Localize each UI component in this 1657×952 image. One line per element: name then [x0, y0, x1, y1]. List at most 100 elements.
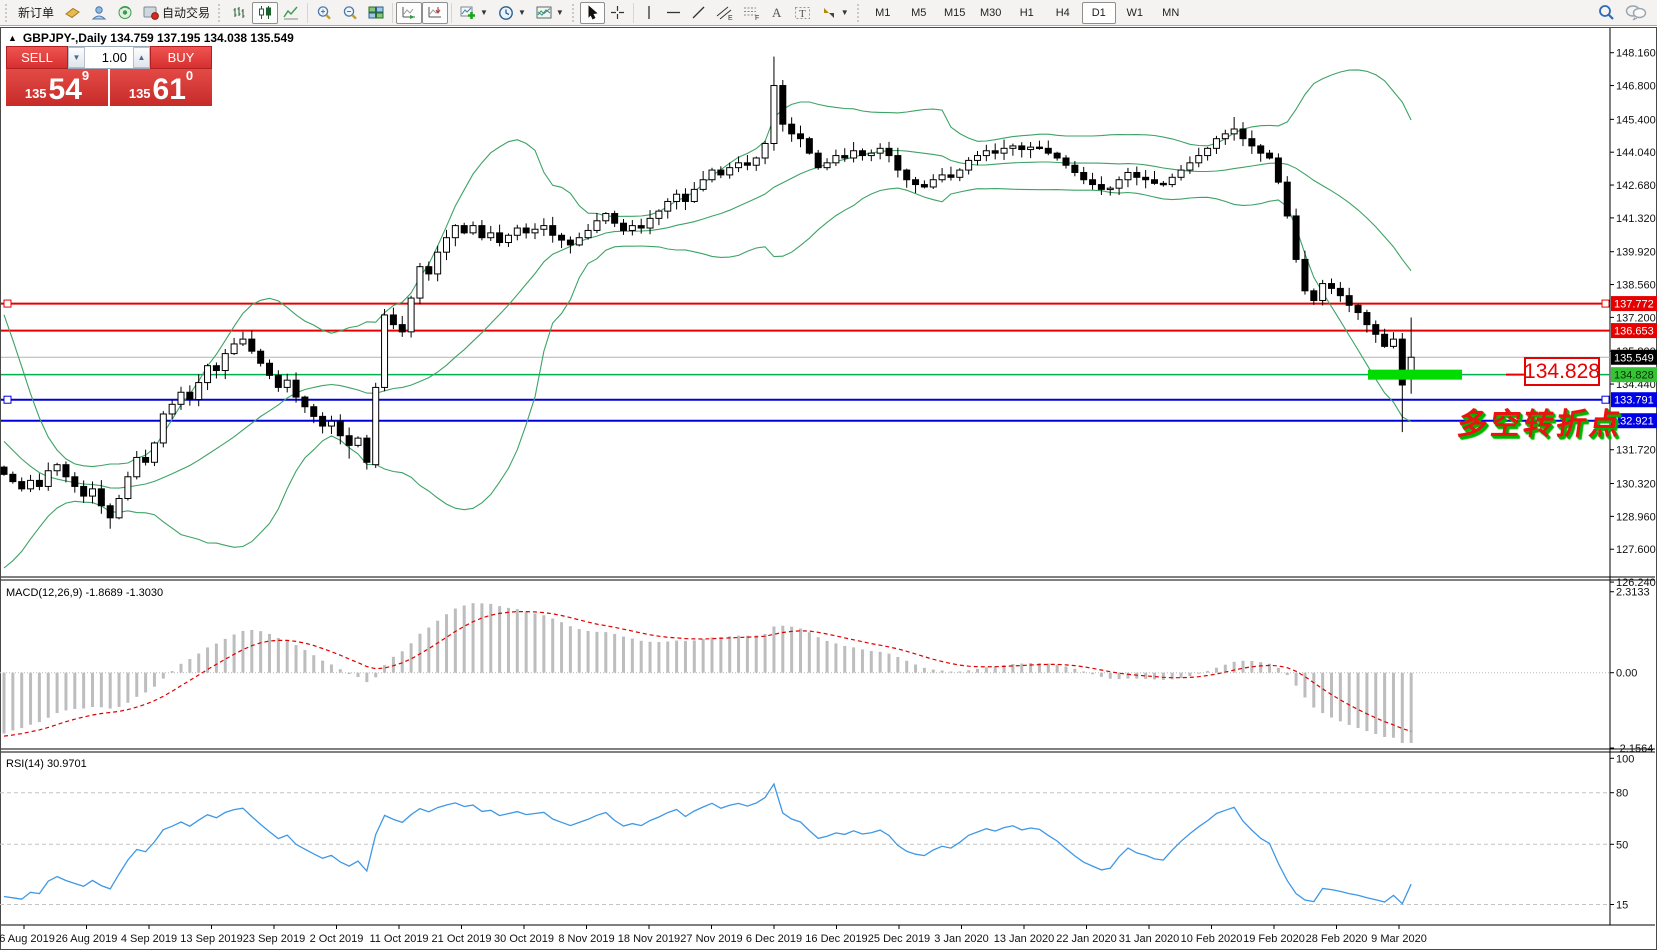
- svg-text:137.772: 137.772: [1614, 299, 1654, 311]
- crosshair-button[interactable]: [605, 2, 630, 24]
- candle: [753, 158, 759, 165]
- chart-shift-button[interactable]: [422, 2, 448, 24]
- line-chart-icon: [283, 5, 299, 20]
- candle: [851, 151, 857, 158]
- equidistant-channel-button[interactable]: E: [711, 2, 738, 24]
- candle: [258, 351, 264, 363]
- candle: [19, 482, 25, 489]
- candle: [1302, 259, 1308, 290]
- chart-window: 148.160146.800145.400144.040142.680141.3…: [0, 27, 1657, 952]
- date-axis-label: 28 Feb 2020: [1306, 933, 1368, 945]
- fibonacci-icon: F: [743, 5, 760, 21]
- volume-decrease-button[interactable]: ▼: [68, 47, 85, 68]
- candle: [594, 221, 600, 231]
- buy-button[interactable]: BUY: [150, 46, 212, 69]
- search-icon[interactable]: [1597, 4, 1615, 21]
- sell-button[interactable]: SELL: [6, 46, 68, 69]
- toolbar-grip: [572, 4, 577, 22]
- fibonacci-button[interactable]: F: [738, 2, 765, 24]
- trendline-button[interactable]: [686, 2, 711, 24]
- volume-increase-button[interactable]: ▲: [133, 47, 150, 68]
- candle: [488, 233, 494, 238]
- community-button[interactable]: [86, 2, 112, 24]
- timeframe-button-w1[interactable]: W1: [1118, 2, 1152, 24]
- volume-input[interactable]: 1.00: [85, 47, 133, 68]
- new-order-button[interactable]: 新订单: [13, 2, 59, 24]
- signals-button[interactable]: [112, 2, 138, 24]
- candle: [267, 363, 273, 375]
- horizontal-line-button[interactable]: [661, 2, 686, 24]
- metaeditor-icon: [64, 5, 81, 20]
- candle: [54, 465, 60, 471]
- svg-text:F: F: [755, 15, 759, 21]
- timeframe-button-mn[interactable]: MN: [1154, 2, 1188, 24]
- timeframe-button-h1[interactable]: H1: [1010, 2, 1044, 24]
- candle: [1010, 146, 1016, 148]
- zoom-out-button[interactable]: [337, 2, 363, 24]
- buy-price[interactable]: 135 61 0: [110, 69, 212, 106]
- line-handle[interactable]: [4, 300, 11, 307]
- text-label-button[interactable]: T: [789, 2, 816, 24]
- price-axis-label: 146.800: [1616, 81, 1656, 93]
- periods-icon: [498, 5, 514, 21]
- zoom-in-icon: [316, 5, 332, 21]
- candle: [1249, 139, 1255, 146]
- toolbar-grip: [5, 4, 10, 22]
- indicators-button[interactable]: ▼: [455, 2, 493, 24]
- symbol-title: ▲ GBPJPY-,Daily 134.759 137.195 134.038 …: [8, 31, 294, 45]
- chat-icon[interactable]: [1625, 4, 1647, 21]
- line-chart-button[interactable]: [278, 2, 304, 24]
- candle: [1231, 129, 1237, 134]
- mt4-window: 新订单 自动交易 ▼ ▼ ▼ E F A T ▼ M: [0, 0, 1657, 952]
- arrows-button[interactable]: ▼: [816, 2, 854, 24]
- candle: [612, 214, 618, 224]
- chart-canvas[interactable]: 148.160146.800145.400144.040142.680141.3…: [0, 27, 1657, 952]
- support-zone-bar[interactable]: [1368, 370, 1462, 380]
- timeframe-button-h4[interactable]: H4: [1046, 2, 1080, 24]
- candle: [426, 267, 432, 274]
- zoom-in-button[interactable]: [311, 2, 337, 24]
- timeframe-button-m15[interactable]: M15: [938, 2, 972, 24]
- candle: [603, 214, 609, 221]
- candle: [497, 233, 503, 243]
- candle: [1293, 216, 1299, 259]
- candle: [1240, 129, 1246, 139]
- sell-price[interactable]: 135 54 9: [6, 69, 108, 106]
- timeframe-button-m30[interactable]: M30: [974, 2, 1008, 24]
- templates-button[interactable]: ▼: [531, 2, 569, 24]
- line-handle[interactable]: [4, 396, 11, 403]
- candle: [1382, 334, 1388, 346]
- cursor-button[interactable]: [580, 2, 605, 24]
- candle: [222, 354, 228, 371]
- candle: [1063, 158, 1069, 165]
- timeframe-button-m5[interactable]: M5: [902, 2, 936, 24]
- price-flag-label[interactable]: 134.828: [1524, 357, 1600, 386]
- candle: [240, 339, 246, 344]
- line-handle[interactable]: [1602, 300, 1609, 307]
- tile-windows-button[interactable]: [363, 2, 389, 24]
- candlestick-button[interactable]: [252, 2, 278, 24]
- bar-chart-button[interactable]: [226, 2, 252, 24]
- candle: [470, 226, 476, 233]
- date-axis-label: 27 Nov 2019: [680, 933, 742, 945]
- metaeditor-button[interactable]: [59, 2, 86, 24]
- timeframe-button-d1[interactable]: D1: [1082, 2, 1116, 24]
- date-axis-label: 18 Nov 2019: [618, 933, 680, 945]
- rsi-axis-label: 15: [1616, 900, 1628, 912]
- periods-button[interactable]: ▼: [493, 2, 531, 24]
- trendline-icon: [691, 5, 706, 20]
- auto-scroll-button[interactable]: [396, 2, 422, 24]
- autotrading-button[interactable]: 自动交易: [138, 2, 215, 24]
- candle: [798, 134, 804, 139]
- collapse-panel-icon[interactable]: ▲: [8, 33, 17, 43]
- candle: [461, 226, 467, 233]
- date-axis-label: 31 Jan 2020: [1119, 933, 1180, 945]
- timeframe-button-m1[interactable]: M1: [866, 2, 900, 24]
- annotation-text[interactable]: 多空转折点: [1455, 399, 1626, 443]
- candle: [382, 315, 388, 387]
- candle: [1169, 177, 1175, 184]
- vertical-line-button[interactable]: [637, 2, 661, 24]
- candle: [966, 160, 972, 170]
- text-button[interactable]: A: [765, 2, 789, 24]
- candle: [1001, 148, 1007, 153]
